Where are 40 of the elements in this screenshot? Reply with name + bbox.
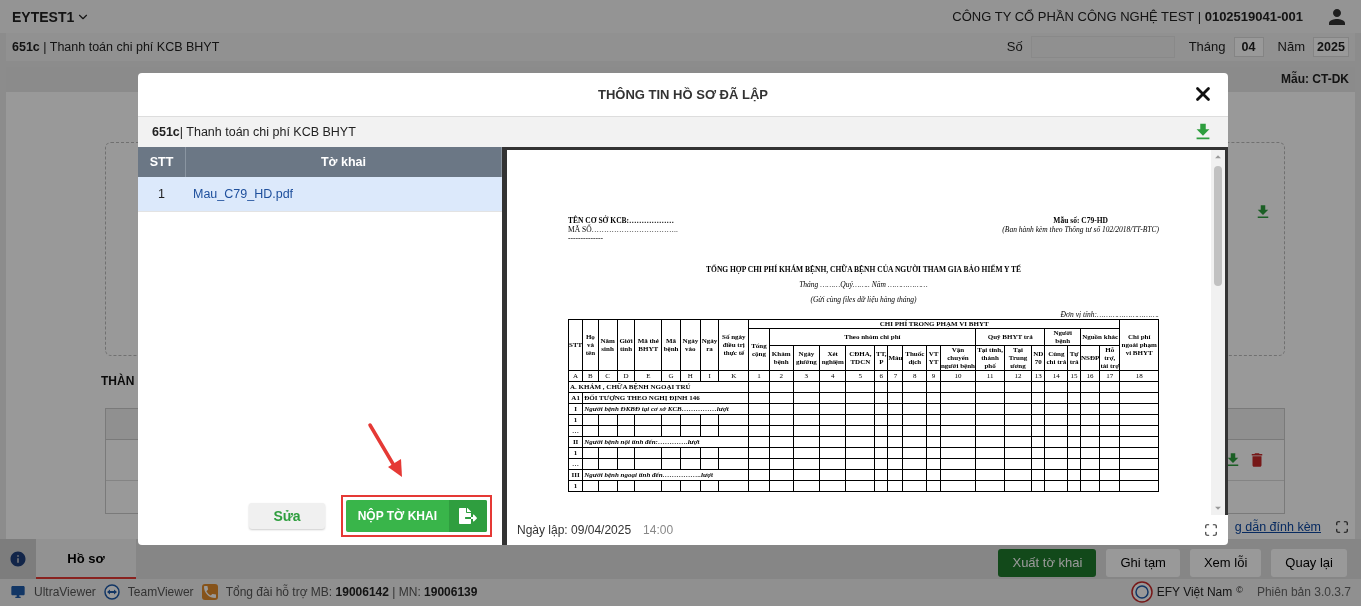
month-field[interactable]: 04 <box>1233 36 1264 57</box>
created-time: 14:00 <box>643 523 674 537</box>
file-row[interactable]: 1 Mau_C79_HD.pdf <box>138 177 502 212</box>
account-menu[interactable]: EYTEST1 <box>12 8 91 25</box>
scrollbar[interactable] <box>1211 150 1225 515</box>
table-cell-text: 1 <box>157 186 166 203</box>
form-title: 651c| Thanh toán chi phí KCB BHYT <box>152 125 356 139</box>
copyright-mark: © <box>1236 585 1243 596</box>
fullscreen-icon[interactable] <box>1204 523 1218 537</box>
field-label: Năm <box>1277 39 1305 55</box>
created-date: Ngày lập: 09/04/2025 <box>517 523 632 537</box>
file-name[interactable]: Mau_C79_HD.pdf <box>193 187 294 201</box>
version-text: Phiên bản 3.0.3.7 <box>1256 585 1351 600</box>
scroll-thumb[interactable] <box>1214 166 1222 286</box>
field-label: Tháng <box>1188 39 1226 55</box>
action-button[interactable]: Xem lỗi <box>1189 548 1262 577</box>
phone-icon <box>201 584 218 601</box>
monitor-icon[interactable] <box>10 584 26 601</box>
year-field[interactable]: 2025 <box>1313 36 1349 57</box>
tab[interactable]: Hồ sơ <box>36 539 136 579</box>
tool-label[interactable]: TeamViewer <box>127 585 194 600</box>
action-button[interactable]: Xuất tờ khai <box>998 548 1097 577</box>
brand-name: EFY Việt Nam <box>1156 585 1233 600</box>
action-button[interactable]: Quay lại <box>1271 548 1347 577</box>
fullscreen-icon[interactable] <box>1335 519 1349 534</box>
efy-logo <box>1130 581 1153 604</box>
action-button[interactable]: Ghi tạm <box>1106 548 1180 577</box>
teamviewer-icon[interactable] <box>103 584 120 601</box>
hotline-text: Tổng đài hỗ trợ MB: 19006142 | MN: 19006139 <box>225 585 478 600</box>
info-tab[interactable] <box>0 539 36 579</box>
guide-link[interactable]: g dẫn đính kèm <box>1234 519 1321 534</box>
dialog-title: THÔNG TIN HỒ SƠ ĐÃ LẬP <box>598 87 768 102</box>
section-title: THÀN <box>101 374 135 389</box>
field-label: Số <box>1006 39 1023 55</box>
file-export-icon <box>459 507 477 525</box>
template-label: Mẫu: CT-DK <box>1281 72 1349 87</box>
form-title: 651c | Thanh toán chi phí KCB BHYT <box>12 39 220 54</box>
tool-label[interactable]: UltraViewer <box>34 585 96 600</box>
info-icon <box>9 550 27 569</box>
company-name: CÔNG TY CỔ PHẦN CÔNG NGHỆ TEST | 0102519041-001 <box>952 9 1303 25</box>
